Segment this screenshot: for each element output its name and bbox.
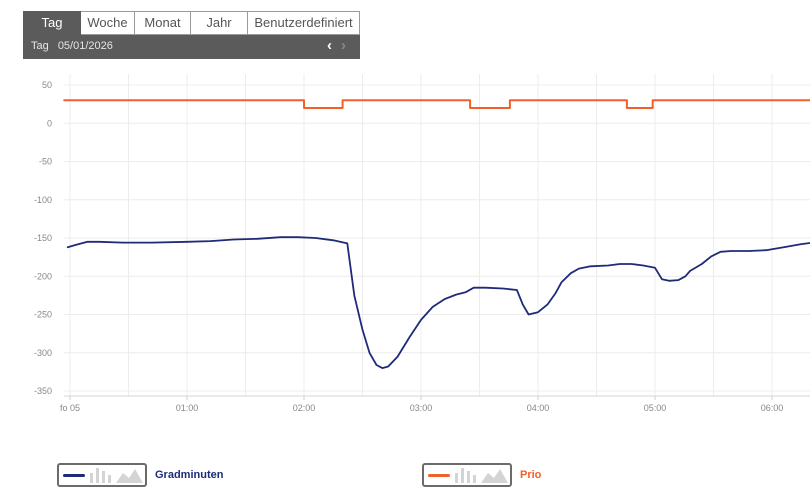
series-line-gradminuten bbox=[66, 236, 810, 369]
y-tick-label: -150 bbox=[34, 233, 52, 243]
y-tick-label: -50 bbox=[39, 157, 52, 167]
x-tick-label: 04:00 bbox=[527, 403, 550, 413]
range-selector: Tag Woche Monat Jahr Benutzerdefiniert T… bbox=[23, 11, 360, 59]
legend-label-prio: Prio bbox=[520, 469, 542, 481]
y-tick-label: -300 bbox=[34, 348, 52, 358]
range-tabs: Tag Woche Monat Jahr Benutzerdefiniert bbox=[23, 11, 360, 35]
x-tick-label: 02:00 bbox=[293, 403, 316, 413]
x-tick-label: fo 05 bbox=[60, 403, 80, 413]
tab-year[interactable]: Jahr bbox=[191, 11, 248, 35]
y-tick-label: -200 bbox=[34, 271, 52, 281]
x-tick-label: 01:00 bbox=[176, 403, 199, 413]
tab-month[interactable]: Monat bbox=[135, 11, 191, 35]
chart-area: 50 0 -50 -100 -150 -200 -250 -300 -350 fo 05 01:00… bbox=[34, 74, 810, 413]
series-preview-icon bbox=[428, 468, 508, 483]
tab-day[interactable]: Tag bbox=[23, 11, 81, 35]
period-label: Tag bbox=[31, 40, 49, 52]
x-tick-label: 06:00 bbox=[761, 403, 784, 413]
current-date: 05/01/2026 bbox=[57, 40, 113, 52]
y-tick-label: -250 bbox=[34, 310, 52, 320]
tab-custom[interactable]: Benutzerdefiniert bbox=[248, 11, 360, 35]
legend-swatch-prio bbox=[422, 463, 512, 487]
chevron-right-icon[interactable]: › bbox=[341, 37, 346, 55]
legend-label-gradminuten: Gradminuten bbox=[155, 469, 224, 481]
x-tick-label: 05:00 bbox=[644, 403, 667, 413]
y-tick-label: -350 bbox=[34, 386, 52, 396]
y-tick-label: 0 bbox=[47, 118, 52, 128]
series-line-prio bbox=[63, 99, 810, 109]
series-preview-icon bbox=[63, 468, 143, 483]
y-tick-label: 50 bbox=[42, 80, 52, 90]
chevron-left-icon[interactable]: ‹ bbox=[327, 37, 332, 55]
legend-swatch-gradminuten bbox=[57, 463, 147, 487]
tab-week[interactable]: Woche bbox=[81, 11, 135, 35]
date-display: Tag 05/01/2026 bbox=[31, 40, 113, 52]
y-tick-label: -100 bbox=[34, 195, 52, 205]
x-tick-label: 03:00 bbox=[410, 403, 433, 413]
